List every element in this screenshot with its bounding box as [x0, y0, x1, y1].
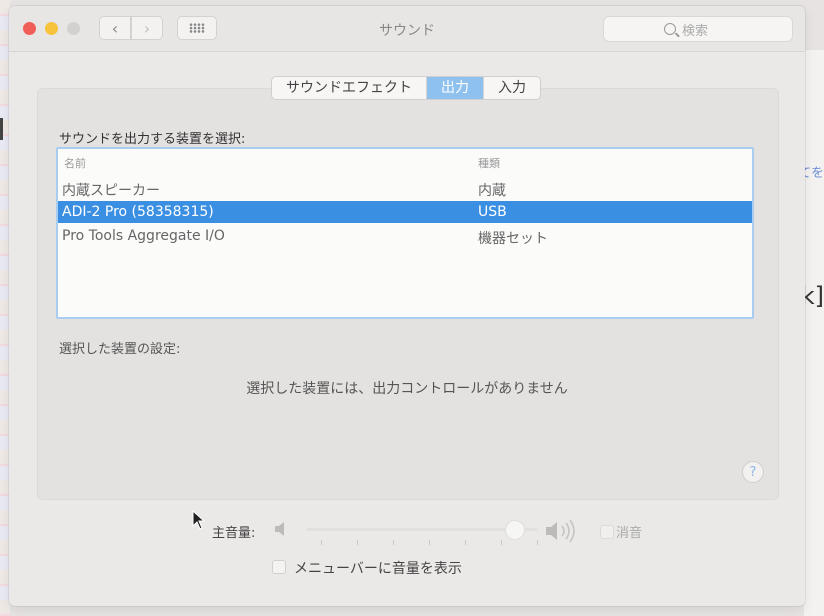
table-header: 名前 種類	[58, 153, 752, 171]
search-icon	[664, 23, 676, 35]
device-type: USB	[478, 204, 507, 220]
show-volume-in-menubar-checkbox[interactable]	[272, 560, 286, 574]
volume-slider-knob[interactable]	[504, 520, 525, 540]
no-controls-message: 選択した装置には、出力コントロールがありません	[246, 381, 568, 397]
table-row[interactable]: 内蔵スピーカー 内蔵	[58, 177, 752, 199]
slider-tick	[465, 540, 466, 545]
slider-tick	[429, 540, 430, 545]
column-header-type[interactable]: 種類	[478, 155, 500, 171]
search-placeholder: 検索	[682, 23, 709, 39]
background-marker	[0, 118, 8, 140]
tab-bar: サウンドエフェクト 出力 入力	[271, 76, 541, 100]
output-device-table[interactable]: 名前 種類 内蔵スピーカー 内蔵 ADI-2 Pro (58358315) US…	[56, 147, 754, 319]
device-select-label: サウンドを出力する装置を選択:	[59, 132, 246, 147]
slider-tick	[357, 540, 358, 545]
device-name: ADI-2 Pro (58358315)	[62, 204, 214, 220]
show-volume-in-menubar-label: メニューバーに音量を表示	[294, 561, 462, 577]
tab-input[interactable]: 入力	[484, 77, 540, 99]
table-row[interactable]: Pro Tools Aggregate I/O 機器セット	[58, 225, 752, 247]
sound-preferences-window: ‹ › サウンド 検索 サウンドエフェクト 出力 入力 サウンドを出力する装置を…	[9, 6, 805, 606]
speaker-low-icon	[275, 522, 284, 536]
help-button[interactable]: ?	[742, 461, 764, 483]
mouse-cursor-icon	[192, 510, 206, 530]
volume-slider[interactable]	[306, 528, 538, 531]
column-header-name[interactable]: 名前	[64, 155, 86, 171]
title-bar: ‹ › サウンド 検索	[9, 6, 805, 52]
table-row[interactable]: ADI-2 Pro (58358315) USB	[58, 201, 752, 223]
mute-label: 消音	[616, 526, 643, 541]
mute-checkbox[interactable]	[600, 525, 614, 539]
question-mark-icon: ?	[749, 464, 757, 480]
device-settings-label: 選択した装置の設定:	[59, 342, 181, 357]
slider-tick	[537, 540, 538, 545]
background-window-edge-right	[804, 50, 824, 616]
slider-tick	[501, 540, 502, 545]
device-type: 機器セット	[478, 231, 548, 247]
speaker-high-icon	[546, 519, 575, 543]
device-name: Pro Tools Aggregate I/O	[62, 228, 225, 244]
tab-output[interactable]: 出力	[427, 77, 484, 99]
slider-tick	[321, 540, 322, 545]
search-input[interactable]: 検索	[603, 16, 793, 42]
output-volume-label: 主音量:	[212, 526, 256, 541]
slider-tick	[393, 540, 394, 545]
device-name: 内蔵スピーカー	[62, 183, 160, 199]
device-type: 内蔵	[478, 183, 506, 199]
tab-sound-effects[interactable]: サウンドエフェクト	[272, 77, 427, 99]
